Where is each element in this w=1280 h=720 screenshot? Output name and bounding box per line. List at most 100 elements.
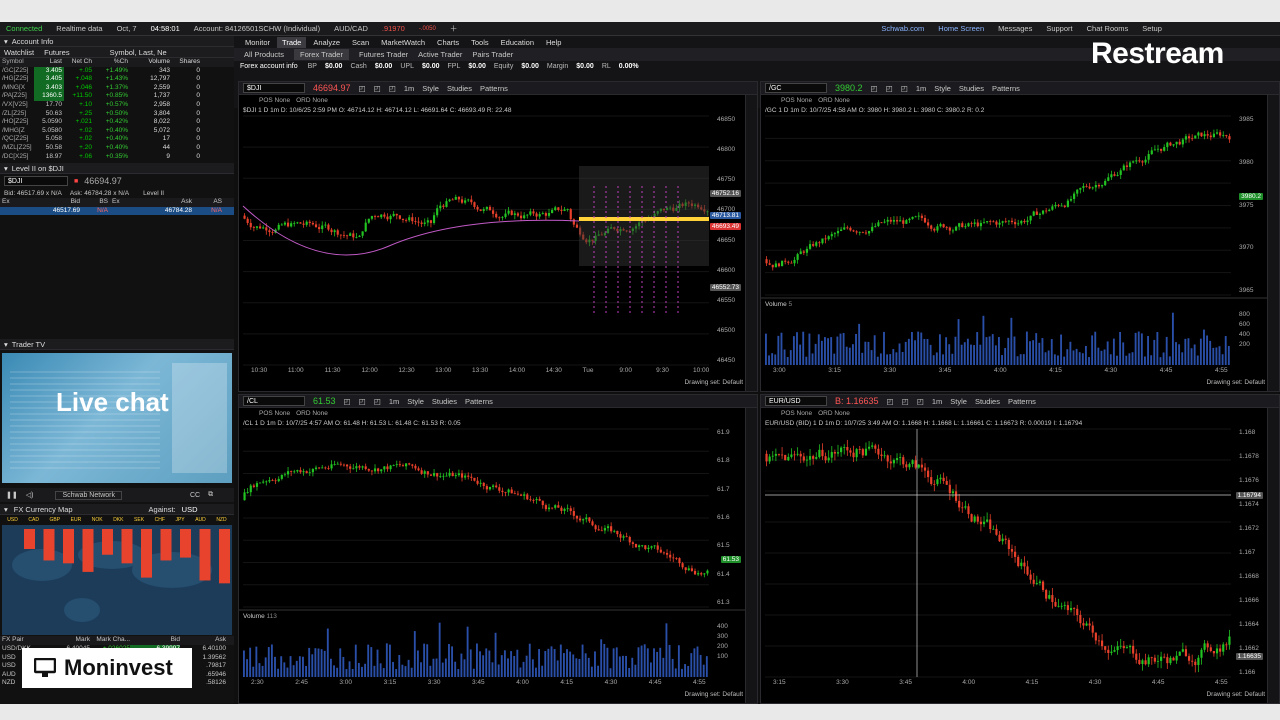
fx-currency-label: GBP [49, 517, 61, 523]
add-ticker-icon[interactable]: ＋ [450, 23, 458, 34]
tab-charts[interactable]: Charts [432, 37, 464, 48]
subtab-all-products[interactable]: All Products [244, 50, 284, 59]
pause-icon[interactable]: ❚❚ [6, 491, 18, 499]
candle-body [958, 500, 961, 508]
chat-rooms-link[interactable]: Chat Rooms [1087, 24, 1129, 33]
trader-tv-header[interactable]: ▾ Trader TV [0, 339, 234, 350]
watchlist-row[interactable]: /GC[Z25] 3.405 +.05 +1.49% 343 0 [0, 66, 234, 76]
account-field: UPL [400, 63, 414, 70]
watchlist-row[interactable]: /MHG[Z 5.0580 +.02 +0.40% 5,072 0 [0, 127, 234, 136]
messages-link[interactable]: Messages [998, 24, 1032, 33]
chart-side-panel[interactable] [1267, 95, 1279, 391]
volume-bar [370, 647, 373, 677]
candle-body [1094, 632, 1097, 641]
account-selector[interactable]: Account: 84126501SCHW (Individual) [194, 24, 320, 33]
tab-tools[interactable]: Tools [466, 37, 494, 48]
y-tick-label: 46550 [717, 296, 736, 304]
chart-side-panel[interactable] [745, 408, 757, 703]
tab-help[interactable]: Help [541, 37, 566, 48]
ticker-pair[interactable]: AUD/CAD [334, 24, 368, 33]
volume-bar [777, 335, 780, 365]
candle-body [1060, 605, 1063, 607]
level2-header[interactable]: ▾ Level II on $DJI [0, 163, 234, 175]
chart-canvas[interactable] [239, 395, 757, 703]
level2-row[interactable]: 46517.69 N/A 46784.28 N/A [0, 206, 234, 216]
watchlist-row[interactable]: /PA[Z25] 1360.5 +11.50 +0.85% 1,737 0 [0, 92, 234, 101]
watchlist-row[interactable]: /HG[Z25] 3.405 +.048 +1.43% 12,797 0 [0, 75, 234, 84]
trader-tv-video[interactable] [2, 353, 232, 483]
chart-side-panel[interactable] [1267, 408, 1279, 703]
setup-link[interactable]: Setup [1142, 24, 1162, 33]
watchlist-row[interactable]: /DC[X25] 18.97 +.06 +0.35% 9 0 [0, 153, 234, 162]
cc-icon[interactable]: CC [190, 492, 200, 499]
candle-body [302, 223, 305, 225]
candle-body [1184, 136, 1188, 140]
watchlist-search[interactable]: Symbol, Last, Ne [110, 48, 167, 57]
support-link[interactable]: Support [1046, 24, 1072, 33]
network-select[interactable]: Schwab Network [55, 490, 122, 500]
candle-body [286, 471, 290, 475]
tab-monitor[interactable]: Monitor [240, 37, 275, 48]
candle-body [436, 208, 439, 216]
watchlist-type-select[interactable]: Futures [44, 48, 69, 57]
popout-icon[interactable]: ⧉ [208, 491, 213, 499]
volume-bar [494, 632, 497, 677]
tab-trade[interactable]: Trade [277, 36, 307, 48]
chart-canvas[interactable] [761, 82, 1279, 391]
candle-body [920, 464, 923, 468]
watchlist-row[interactable]: /VX[V25] 17.70 +.10 +0.57% 2,958 0 [0, 101, 234, 110]
chart-canvas[interactable] [239, 82, 757, 391]
x-tick-label: 10:00 [693, 367, 710, 374]
candle-body [523, 494, 526, 496]
subtab-futures-trader[interactable]: Futures Trader [359, 50, 408, 59]
schwab-link[interactable]: Schwab.com [881, 24, 924, 33]
candle-body [392, 464, 395, 466]
candle-body [318, 227, 321, 230]
volume-bar [556, 660, 559, 677]
candle-body [917, 464, 920, 468]
subtab-active-trader[interactable]: Active Trader [418, 50, 462, 59]
candle-body [1054, 204, 1057, 207]
y-tick-label: 46450 [717, 357, 736, 364]
watchlist-row[interactable]: /MNG[X 3.403 +.046 +1.37% 2,559 0 [0, 83, 234, 93]
tab-marketwatch[interactable]: MarketWatch [376, 37, 430, 48]
volume-bar [448, 644, 450, 677]
candle-body [867, 446, 871, 449]
watchlist-header[interactable]: Watchlist Futures Symbol, Last, Ne [0, 47, 234, 58]
candle-body [995, 528, 998, 535]
watchlist-row[interactable]: /HO[Z25] 5.0590 +.021 +0.42% 8,022 0 [0, 118, 234, 127]
drawing-set-label[interactable]: Drawing set: Default [1206, 691, 1265, 698]
volume-icon[interactable]: ◁) [26, 491, 34, 499]
volume-bar [320, 649, 323, 677]
tab-education[interactable]: Education [496, 37, 539, 48]
level2-symbol-input[interactable]: $DJI [4, 176, 68, 187]
chevron-down-icon: ▾ [4, 339, 8, 349]
candle-body [808, 456, 812, 460]
subtab-pairs-trader[interactable]: Pairs Trader [472, 50, 513, 59]
subtab-forex-trader[interactable]: Forex Trader [294, 49, 349, 60]
tab-scan[interactable]: Scan [347, 37, 374, 48]
chart-side-panel[interactable] [745, 95, 757, 391]
home-screen-link[interactable]: Home Screen [938, 24, 984, 33]
candle-body [1184, 649, 1188, 657]
chart-panel-eurusd: EUR/USD B: 1.16635 ◰ ◰ ◰ 1m Style Studies Patter… [760, 394, 1280, 704]
watchlist-row[interactable]: /MZL[Z25] 50.58 +.20 +0.40% 44 0 [0, 144, 234, 153]
watchlist-row[interactable]: /ZL[Z25] 50.63 +.25 +0.50% 3,804 0 [0, 110, 234, 119]
watchlist-cell: /ZL[Z25] [2, 109, 27, 117]
against-select[interactable]: USD [182, 505, 198, 514]
candle-body [1110, 651, 1113, 653]
volume-bar [1050, 339, 1053, 365]
chart-canvas[interactable] [761, 395, 1279, 703]
drawing-set-label[interactable]: Drawing set: Default [684, 379, 743, 386]
drawing-set-label[interactable]: Drawing set: Default [684, 691, 743, 698]
account-info-header[interactable]: ▾ Account Info [0, 36, 234, 47]
fx-map-header[interactable]: ▾ FX Currency Map Against: USD [0, 504, 234, 515]
tab-analyze[interactable]: Analyze [308, 37, 345, 48]
watchlist-row[interactable]: /QC[Z25] 5.058 +.02 +0.40% 17 0 [0, 135, 234, 144]
drawing-set-label[interactable]: Drawing set: Default [1206, 379, 1265, 386]
volume-bar [609, 668, 612, 677]
candle-body [613, 530, 616, 532]
fx-columns: FX Pair Mark Mark Cha... Bid Ask [0, 636, 234, 645]
volume-bar [1187, 338, 1190, 365]
candle-body [516, 493, 520, 495]
